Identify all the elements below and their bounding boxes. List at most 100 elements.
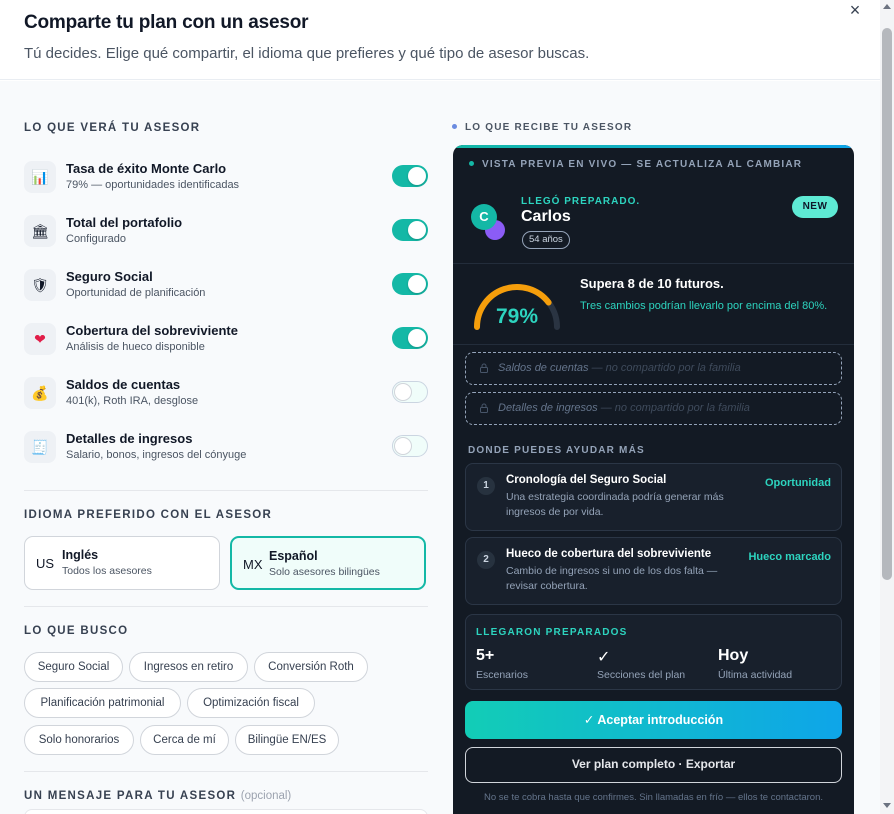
chart-icon: 📊 <box>24 161 56 193</box>
money-bag-icon: 💰 <box>24 377 56 409</box>
locked-label: Saldos de cuentas <box>498 362 589 374</box>
help-title: Hueco de cobertura del sobreviviente <box>506 548 712 560</box>
share-item-title: Seguro Social <box>66 269 153 284</box>
chip-estate-planning[interactable]: Planificación patrimonial <box>24 688 181 718</box>
share-toggle[interactable] <box>392 381 428 403</box>
share-section-label: LO QUE VERÁ TU ASESOR <box>24 122 201 134</box>
scrollbar[interactable] <box>880 0 894 814</box>
locked-label: Detalles de ingresos <box>498 402 598 414</box>
share-item-desc: Configurado <box>66 233 126 245</box>
bank-icon: 🏛 <box>24 215 56 247</box>
help-title: Cronología del Seguro Social <box>506 474 667 486</box>
stat-label: Última actividad <box>718 669 793 681</box>
locked-text: Saldos de cuentas — no compartido por la… <box>498 362 741 374</box>
scroll-up-arrow-icon[interactable] <box>883 4 891 9</box>
help-tag: Hueco marcado <box>748 551 831 563</box>
share-item-survivor: ❤ Cobertura del sobreviviente Análisis d… <box>24 323 428 363</box>
heart-icon: ❤ <box>24 323 56 355</box>
modal-body: LO QUE VERÁ TU ASESOR 📊 Tasa de éxito Mo… <box>0 81 880 814</box>
prepared-stats: LLEGARON PREPARADOS 5+ Escenarios ✓ Secc… <box>465 614 842 690</box>
view-plan-export-button[interactable]: Ver plan completo · Exportar <box>465 747 842 783</box>
accept-introduction-button[interactable]: ✓ Aceptar introducción <box>465 701 842 739</box>
stat-value: 5+ <box>476 647 495 664</box>
language-name: Inglés <box>62 548 99 562</box>
beats-subtext: Tres cambios podrían llevarlo por encima… <box>580 300 828 312</box>
share-toggle[interactable] <box>392 219 428 241</box>
card-accent-bar <box>453 145 854 148</box>
share-item-desc: 79% — oportunidades identificadas <box>66 179 240 191</box>
divider <box>24 490 428 491</box>
chip-retirement-income[interactable]: Ingresos en retiro <box>129 652 248 682</box>
step-number: 1 <box>477 477 495 495</box>
avatar: C <box>471 204 497 230</box>
share-toggle[interactable] <box>392 435 428 457</box>
share-item-title: Total del portafolio <box>66 215 183 230</box>
modal-header: Comparte tu plan con un asesor Tú decide… <box>0 0 880 80</box>
share-item-title: Detalles de ingresos <box>66 431 193 446</box>
language-section-label: IDIOMA PREFERIDO CON EL ASESOR <box>24 509 273 521</box>
step-number: 2 <box>477 551 495 569</box>
toggle-knob <box>408 329 426 347</box>
live-label-text: VISTA PREVIA EN VIVO — SE ACTUALIZA AL C… <box>482 159 803 170</box>
message-section-label: UN MENSAJE PARA TU ASESOR (opcional) <box>24 790 291 802</box>
card-divider <box>453 263 854 264</box>
help-section-label: DONDE PUEDES AYUDAR MÁS <box>468 445 645 456</box>
language-desc: Solo asesores bilingües <box>269 566 380 578</box>
locked-note: — no compartido por la familia <box>588 362 741 374</box>
scroll-down-arrow-icon[interactable] <box>883 803 891 808</box>
share-item-title: Tasa de éxito Monte Carlo <box>66 161 227 176</box>
advisor-message-field[interactable] <box>24 809 428 814</box>
help-item-social-security: 1 Cronología del Seguro Social Una estra… <box>465 463 842 531</box>
stat-value: Hoy <box>718 647 749 664</box>
chip-roth-conversion[interactable]: Conversión Roth <box>254 652 368 682</box>
toggle-knob <box>408 167 426 185</box>
help-desc: Cambio de ingresos si uno de los dos fal… <box>506 565 718 592</box>
chip-social-security[interactable]: Seguro Social <box>24 652 123 682</box>
language-option-spanish[interactable]: MX Español Solo asesores bilingües <box>230 536 426 590</box>
stats-label: LLEGARON PREPARADOS <box>476 627 628 638</box>
language-desc: Todos los asesores <box>62 565 152 577</box>
age-badge: 54 años <box>522 231 570 249</box>
chip-fee-only[interactable]: Solo honorarios <box>24 725 134 755</box>
chip-tax-optimization[interactable]: Optimización fiscal <box>187 688 315 718</box>
chip-bilingual[interactable]: Bilingüe EN/ES <box>235 725 339 755</box>
advisor-preview-card: VISTA PREVIA EN VIVO — SE ACTUALIZA AL C… <box>453 145 854 814</box>
stat-activity: Hoy Última actividad <box>718 647 792 681</box>
locked-text: Detalles de ingresos — no compartido por… <box>498 402 750 414</box>
flag-us-icon: US <box>36 556 55 571</box>
beats-headline: Supera 8 de 10 futuros. <box>580 276 724 291</box>
new-badge: NEW <box>792 196 838 218</box>
success-gauge: 79% <box>469 275 565 335</box>
divider <box>24 771 428 772</box>
language-name: Español <box>269 549 318 563</box>
lock-icon <box>480 403 488 413</box>
modal-subtitle: Tú decides. Elige qué compartir, el idio… <box>24 45 590 62</box>
close-icon[interactable]: × <box>846 1 864 20</box>
live-preview-label: VISTA PREVIA EN VIVO — SE ACTUALIZA AL C… <box>469 159 802 170</box>
client-name: Carlos <box>521 208 571 225</box>
toggle-knob <box>394 383 412 401</box>
share-toggle[interactable] <box>392 273 428 295</box>
share-item-title: Saldos de cuentas <box>66 377 181 392</box>
stat-sections: ✓ Secciones del plan <box>597 647 685 681</box>
language-option-english[interactable]: US Inglés Todos los asesores <box>24 536 220 590</box>
scrollbar-thumb[interactable] <box>882 28 892 580</box>
share-item-title: Cobertura del sobreviviente <box>66 323 238 338</box>
stat-scenarios: 5+ Escenarios <box>476 647 528 681</box>
locked-item-balances: Saldos de cuentas — no compartido por la… <box>465 352 842 385</box>
share-toggle[interactable] <box>392 327 428 349</box>
toggle-knob <box>408 275 426 293</box>
help-tag: Oportunidad <box>765 477 831 489</box>
check-icon: ✓ <box>597 649 611 666</box>
footnote: No se te cobra hasta que confirmes. Sin … <box>483 792 823 803</box>
toggle-knob <box>408 221 426 239</box>
help-item-survivor: 2 Hueco de cobertura del sobreviviente C… <box>465 537 842 605</box>
live-dot-icon <box>469 161 474 166</box>
chip-near-me[interactable]: Cerca de mí <box>140 725 229 755</box>
card-divider <box>453 344 854 345</box>
share-toggle[interactable] <box>392 165 428 187</box>
share-item-balances: 💰 Saldos de cuentas 401(k), Roth IRA, de… <box>24 377 428 417</box>
modal-title: Comparte tu plan con un asesor <box>24 12 309 33</box>
dot-icon <box>452 124 457 129</box>
locked-note: — no compartido por la familia <box>597 402 750 414</box>
